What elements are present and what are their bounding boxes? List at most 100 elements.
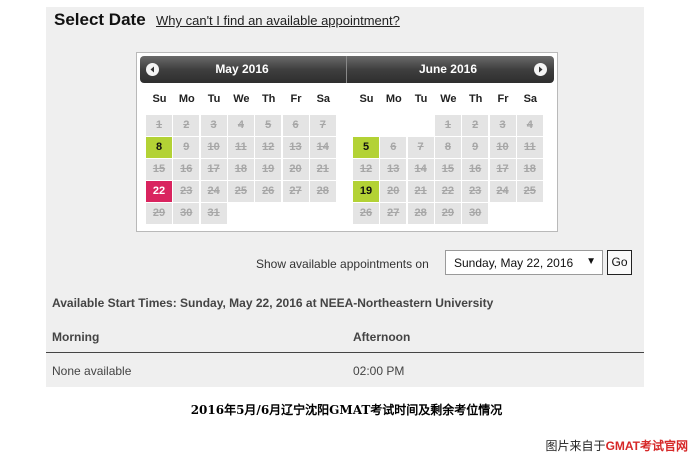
chevron-right-icon: [539, 66, 543, 73]
help-link[interactable]: Why can't I find an available appointmen…: [156, 13, 400, 28]
calendar-day-unavailable: 22: [434, 181, 461, 202]
available-times-title: Available Start Times: Sunday, May 22, 2…: [52, 296, 494, 310]
calendar-day-unavailable: 15: [434, 159, 461, 180]
calendar-day-unavailable: 20: [282, 159, 309, 180]
next-month-button[interactable]: [534, 63, 547, 76]
calendar-day-unavailable: 23: [173, 181, 200, 202]
calendar-day-unavailable: 17: [489, 159, 516, 180]
calendar-day-unavailable: 18: [516, 159, 543, 180]
calendar-day-available[interactable]: 8: [146, 137, 172, 158]
morning-header: Morning: [52, 330, 100, 344]
appointment-panel: Select Date Why can't I find an availabl…: [46, 7, 644, 387]
calendar-day-unavailable: 1: [146, 115, 172, 136]
calendar-day-unavailable: 12: [353, 159, 379, 180]
weekday-header: Su: [152, 93, 167, 105]
calendar-day-unavailable: 25: [516, 181, 543, 202]
weekday-header: Fr: [497, 93, 509, 105]
calendar-day-unavailable: 24: [489, 181, 516, 202]
weekday-header: We: [440, 93, 457, 105]
weekday-header: Fr: [290, 93, 302, 105]
calendar-day-unavailable: 1: [434, 115, 461, 136]
calendar-day-unavailable: 9: [462, 137, 489, 158]
calendar-day-unavailable: 26: [255, 181, 282, 202]
calendar-day-unavailable: 23: [462, 181, 489, 202]
table-divider: [46, 352, 644, 353]
credit-prefix: 图片来自于: [545, 439, 606, 453]
afternoon-header: Afternoon: [353, 330, 411, 344]
calendar-day-unavailable: 25: [227, 181, 254, 202]
calendar-day-unavailable: 29: [434, 203, 461, 224]
calendar-day-unavailable: 21: [407, 181, 434, 202]
credit-brand: GMAT考试官网: [605, 439, 688, 453]
calendar-day-unavailable: 17: [200, 159, 227, 180]
calendar-day-unavailable: 27: [380, 203, 407, 224]
calendar-day-unavailable: 10: [489, 137, 516, 158]
calendar-day-available[interactable]: 5: [353, 137, 379, 158]
calendar-day-unavailable: 2: [173, 115, 200, 136]
weekday-header: Su: [359, 93, 374, 105]
calendar-day-unavailable: 31: [200, 203, 227, 224]
calendar-day-unavailable: 16: [462, 159, 489, 180]
image-caption: 2016年5月/6月辽宁沈阳GMAT考试时间及剩余考位情况: [190, 403, 503, 417]
weekday-header: Sa: [316, 93, 331, 105]
show-appointments-label: Show available appointments on: [256, 257, 429, 271]
calendar-day-unavailable: 30: [462, 203, 489, 224]
calendar-day-unavailable: 30: [173, 203, 200, 224]
calendar-day-available[interactable]: 19: [353, 181, 379, 202]
calendar-day-unavailable: 13: [380, 159, 407, 180]
calendar-day-unavailable: 27: [282, 181, 309, 202]
calendar-day-unavailable: 28: [309, 181, 336, 202]
calendar-header: May 2016 June 2016: [140, 56, 554, 83]
weekday-header: Tu: [207, 93, 221, 105]
date-select[interactable]: Sunday, May 22, 2016 ▼: [445, 250, 603, 275]
calendar-day-unavailable: 12: [255, 137, 282, 158]
calendar-day-unavailable: 14: [407, 159, 434, 180]
calendar-day-unavailable: 10: [200, 137, 227, 158]
calendar-day-unavailable: 16: [173, 159, 200, 180]
calendar-day-unavailable: 26: [353, 203, 379, 224]
weekday-header: Sa: [523, 93, 538, 105]
calendar-day-unavailable: 6: [380, 137, 407, 158]
calendar-day-unavailable: 14: [309, 137, 336, 158]
morning-value: None available: [52, 364, 132, 378]
calendar-day-unavailable: 13: [282, 137, 309, 158]
month-title-june: June 2016: [418, 62, 478, 76]
date-select-value: Sunday, May 22, 2016: [454, 256, 574, 270]
calendar-day-unavailable: 28: [407, 203, 434, 224]
image-credit: 图片来自于GMAT考试官网: [546, 437, 688, 454]
calendar-day-unavailable: 11: [227, 137, 254, 158]
date-picker: May 2016 June 2016 Su Mo Tu We Th Fr Sa 1 2 3 4 5 6 7…: [136, 52, 558, 232]
calendar-day-selected[interactable]: 22: [146, 181, 172, 202]
calendar-day-unavailable: 4: [227, 115, 254, 136]
calendar-day-unavailable: 3: [200, 115, 227, 136]
calendar-day-unavailable: 21: [309, 159, 336, 180]
weekday-header: Tu: [414, 93, 428, 105]
page-title: Select Date: [54, 10, 146, 29]
calendar-day-unavailable: 3: [489, 115, 516, 136]
calendar-day-unavailable: 11: [516, 137, 543, 158]
month-title-may: May 2016: [215, 62, 269, 76]
prev-month-button[interactable]: [146, 63, 159, 76]
calendar-day-unavailable: 6: [282, 115, 309, 136]
dropdown-arrow-icon: ▼: [586, 256, 596, 267]
calendar-day-unavailable: 15: [146, 159, 172, 180]
afternoon-time-slot[interactable]: 02:00 PM: [353, 364, 404, 378]
weekday-header: Mo: [178, 93, 195, 105]
calendar-day-unavailable: 19: [255, 159, 282, 180]
weekday-header: Mo: [385, 93, 402, 105]
go-button[interactable]: Go: [607, 250, 632, 275]
calendar-day-unavailable: 2: [462, 115, 489, 136]
weekday-header: Th: [261, 93, 276, 105]
calendar-day-unavailable: 8: [434, 137, 461, 158]
calendar-day-unavailable: 24: [200, 181, 227, 202]
weekday-header: Th: [468, 93, 483, 105]
calendar-day-unavailable: 7: [309, 115, 336, 136]
chevron-left-icon: [150, 66, 154, 73]
calendar-day-unavailable: 4: [516, 115, 543, 136]
calendar-day-unavailable: 29: [146, 203, 172, 224]
calendar-day-unavailable: 5: [255, 115, 282, 136]
calendar-day-unavailable: 7: [407, 137, 434, 158]
calendar-day-unavailable: 9: [173, 137, 200, 158]
weekday-header: We: [233, 93, 250, 105]
calendar-day-unavailable: 20: [380, 181, 407, 202]
